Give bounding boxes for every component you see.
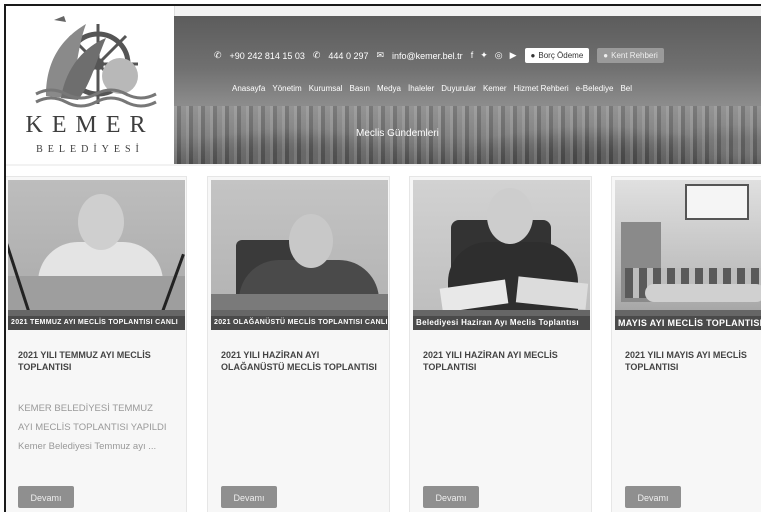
logo-emblem-icon [35,16,157,108]
instagram-icon[interactable]: ◎ [495,50,503,61]
header-banner: ✆ +90 242 814 15 03 ✆ 444 0 297 ✉ info@k… [174,16,761,164]
read-more-button[interactable]: Devamı [423,486,479,508]
nav-item-duyurular[interactable]: Duyurular [441,84,476,93]
nav-item-anasayfa[interactable]: Anasayfa [232,84,265,93]
meeting-title[interactable]: 2021 YILI HAZİRAN AYI MECLİS TOPLANTISI [423,349,583,373]
facebook-icon[interactable]: f [471,50,474,61]
meeting-photo[interactable]: Belediyesi Haziran Ayı Meclis Toplantısı [413,180,590,330]
person-head [78,194,124,250]
meeting-title[interactable]: 2021 YILI MAYIS AYI MECLİS TOPLANTISI [625,349,761,373]
read-more-button[interactable]: Devamı [221,486,277,508]
nav-item-hizmet-rehberi[interactable]: Hizmet Rehberi [514,84,569,93]
nav-item-basin[interactable]: Basın [350,84,370,93]
city-guide-label: Kent Rehberi [611,51,658,60]
person-head [487,188,533,244]
meeting-card: MAYIS AYI MECLİS TOPLANTISI 2021 YILI MA… [611,176,761,512]
logo[interactable]: KEMER BELEDİYESİ [6,6,175,164]
nav-item-kurumsal[interactable]: Kurumsal [309,84,343,93]
twitter-icon[interactable]: ✦ [480,50,488,61]
main-nav: Anasayfa Yönetim Kurumsal Basın Medya İh… [232,84,632,93]
page-frame: KEMER BELEDİYESİ ✆ +90 242 814 15 03 ✆ 4… [4,4,761,512]
nav-item-e-belediye[interactable]: e-Belediye [576,84,614,93]
photo-caption: 2021 TEMMUZ AYI MECLİS TOPLANTISI CANLI [8,316,185,330]
meeting-photo[interactable]: 2021 OLAĞANÜSTÜ MECLİS TOPLANTISI CANLI … [211,180,388,330]
phone-number-2[interactable]: 444 0 297 [328,51,368,61]
city-guide-button[interactable]: ● Kent Rehberi [597,48,664,63]
social-links: f ✦ ◎ ▶ [471,50,517,61]
logo-title: KEMER [25,112,155,138]
phone-icon: ✆ [312,50,321,60]
meeting-photo[interactable]: MAYIS AYI MECLİS TOPLANTISI [615,180,761,330]
screen [685,184,749,220]
meeting-card: 2021 TEMMUZ AYI MECLİS TOPLANTISI CANLI … [6,176,187,512]
photo-caption: MAYIS AYI MECLİS TOPLANTISI [615,316,761,330]
meeting-title[interactable]: 2021 YILI TEMMUZ AYI MECLİS TOPLANTISI [18,349,178,373]
meeting-title[interactable]: 2021 YILI HAZİRAN AYI OLAĞANÜSTÜ MECLİS … [221,349,381,373]
council-meetings-list: 2021 TEMMUZ AYI MECLİS TOPLANTISI CANLI … [6,176,761,512]
debt-payment-button[interactable]: ● Borç Ödeme [524,48,590,63]
user-icon: ● [603,51,609,60]
meeting-excerpt: KEMER BELEDİYESİ TEMMUZ AYI MECLİS TOPLA… [18,403,167,452]
youtube-icon[interactable]: ▶ [510,50,517,61]
phone-icon: ✆ [214,50,222,60]
nav-item-ihaleler[interactable]: İhaleler [408,84,434,93]
read-more-button[interactable]: Devamı [18,486,74,508]
phone-number-1[interactable]: +90 242 814 15 03 [230,51,305,61]
email-link[interactable]: info@kemer.bel.tr [392,51,463,61]
nav-item-yonetim[interactable]: Yönetim [272,84,301,93]
meeting-photo[interactable]: 2021 TEMMUZ AYI MECLİS TOPLANTISI CANLI [8,180,185,330]
logo-subtitle: BELEDİYESİ [36,144,144,155]
contact-bar: ✆ +90 242 814 15 03 ✆ 444 0 297 ✉ info@k… [214,48,664,63]
user-icon: ● [530,51,536,60]
meeting-card: Belediyesi Haziran Ayı Meclis Toplantısı… [409,176,592,512]
city-panorama [174,106,761,164]
photo-caption: 2021 OLAĞANÜSTÜ MECLİS TOPLANTISI CANLI … [211,316,388,330]
meeting-card: 2021 OLAĞANÜSTÜ MECLİS TOPLANTISI CANLI … [207,176,390,512]
nav-item-bel[interactable]: Bel [620,84,632,93]
person-head [289,214,333,268]
envelope-icon: ✉ [376,50,385,60]
nav-item-medya[interactable]: Medya [377,84,401,93]
photo-caption: Belediyesi Haziran Ayı Meclis Toplantısı [413,316,590,330]
site-header: KEMER BELEDİYESİ ✆ +90 242 814 15 03 ✆ 4… [6,6,761,166]
page-title: Meclis Gündemleri [356,128,439,139]
read-more-button[interactable]: Devamı [625,486,681,508]
nav-item-kemer[interactable]: Kemer [483,84,507,93]
debt-payment-label: Borç Ödeme [538,51,584,60]
meeting-table [645,284,761,302]
